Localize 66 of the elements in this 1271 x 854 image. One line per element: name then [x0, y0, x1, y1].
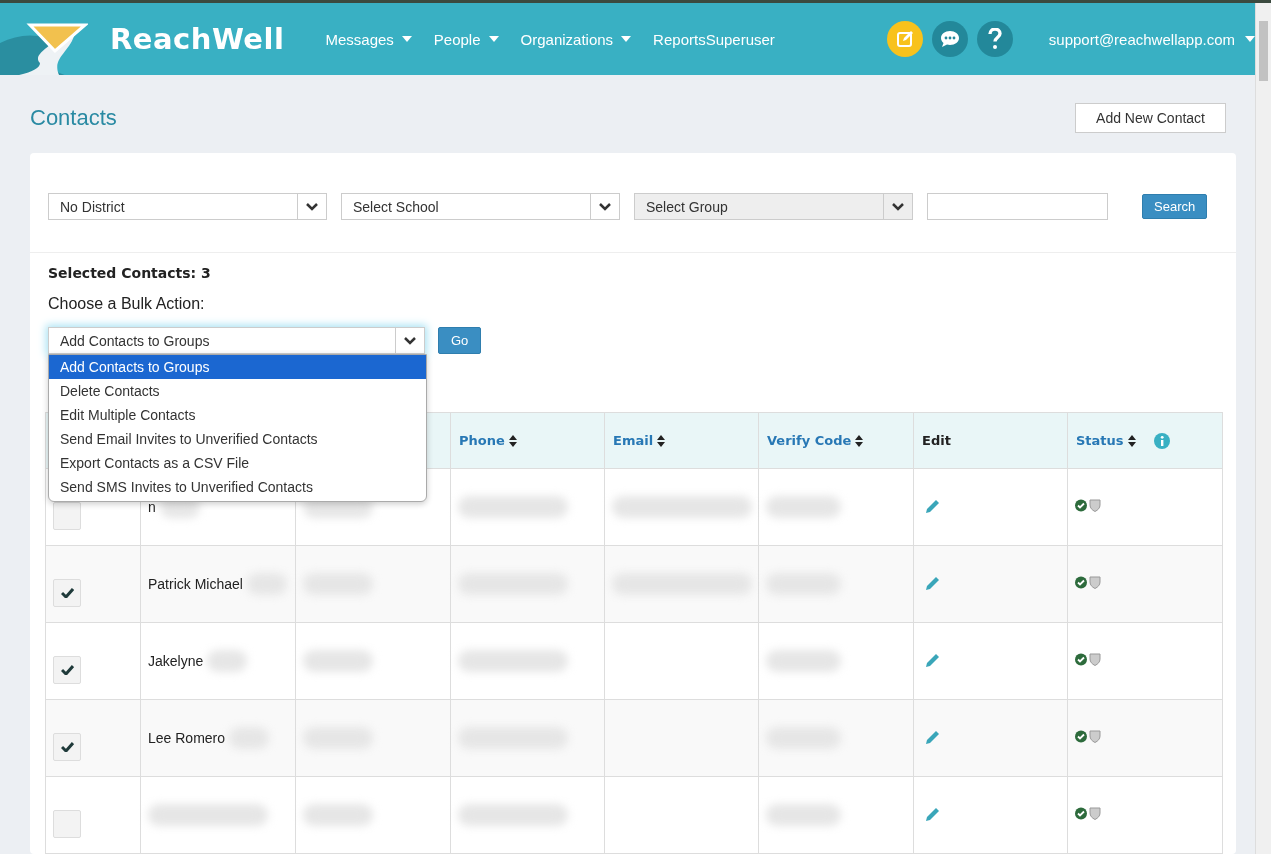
- chevron-icon: [404, 336, 416, 345]
- help-button[interactable]: [976, 21, 1013, 57]
- redaction-blur: [303, 650, 373, 672]
- dropdown-option[interactable]: Export Contacts as a CSV File: [49, 451, 426, 475]
- filter-select[interactable]: No District: [48, 193, 327, 220]
- redaction-blur: [303, 804, 373, 826]
- dropdown-option[interactable]: Send Email Invites to Unverified Contacts: [49, 427, 426, 451]
- edit-icon[interactable]: [925, 805, 941, 822]
- caret-icon: [488, 36, 499, 42]
- redaction-blur: [207, 650, 248, 672]
- brand-name: ReachWell: [110, 22, 285, 56]
- status-icons-drawing: [1075, 807, 1101, 820]
- caret-icon: [401, 36, 412, 42]
- chat-icon: [939, 30, 960, 48]
- status-icons-drawing: [1075, 576, 1101, 589]
- selected-count: Selected Contacts: 3: [48, 265, 212, 281]
- search-button[interactable]: Search: [1142, 194, 1208, 219]
- bulk-action-label: Choose a Bulk Action:: [48, 295, 206, 313]
- edit-icon[interactable]: [925, 728, 941, 745]
- contact-name: Lee Romero: [148, 730, 226, 746]
- checkmark-icon: [60, 588, 74, 598]
- dropdown-option[interactable]: Add Contacts to Groups: [49, 355, 426, 379]
- page-title: Contacts: [30, 105, 117, 131]
- status-icons-drawing: [1075, 653, 1101, 666]
- edit-icon[interactable]: [925, 497, 941, 514]
- compose-icon: [895, 30, 914, 48]
- info-icon[interactable]: [1153, 432, 1170, 449]
- add-contact-button[interactable]: Add New Contact: [1075, 103, 1226, 133]
- filter-select[interactable]: Select School: [341, 193, 620, 220]
- column-header[interactable]: Phone: [459, 433, 517, 448]
- checkmark-icon: [60, 665, 74, 675]
- compose-button[interactable]: [886, 21, 923, 57]
- sort-icon: [855, 434, 864, 447]
- help-icon: [987, 28, 1002, 50]
- chat-button[interactable]: [931, 21, 968, 57]
- dropdown-option[interactable]: Delete Contacts: [49, 379, 426, 403]
- contact-name: Patrick Michael: [148, 576, 243, 592]
- edit-icon[interactable]: [925, 651, 941, 668]
- status-icons-drawing: [1075, 730, 1101, 743]
- search-field[interactable]: [927, 193, 1108, 220]
- row-checkbox[interactable]: [53, 656, 81, 684]
- contact-name: Jakelyne: [148, 653, 204, 669]
- edit-icon[interactable]: [925, 574, 941, 591]
- column-header[interactable]: Verify Code: [767, 433, 864, 448]
- go-button[interactable]: Go: [438, 327, 482, 354]
- chevron-icon: [599, 202, 611, 211]
- sort-icon: [657, 434, 666, 447]
- bulk-action-select[interactable]: Add Contacts to Groups: [48, 327, 425, 354]
- sort-icon: [508, 434, 517, 447]
- row-checkbox[interactable]: [53, 733, 81, 761]
- row-checkbox[interactable]: [53, 502, 81, 530]
- caret-icon: [1245, 36, 1255, 42]
- checkmark-icon: [60, 742, 74, 752]
- caret-icon: [621, 36, 632, 42]
- dropdown-option[interactable]: Edit Multiple Contacts: [49, 403, 426, 427]
- column-header: Edit: [922, 433, 951, 448]
- chevron-icon: [892, 202, 904, 211]
- dropdown-option[interactable]: Send SMS Invites to Unverified Contacts: [49, 475, 426, 499]
- status-icons-drawing: [1075, 499, 1101, 512]
- chevron-icon: [306, 202, 318, 211]
- sort-icon: [1127, 434, 1136, 447]
- contact-name: n: [148, 499, 156, 515]
- row-checkbox[interactable]: [53, 579, 81, 607]
- row-checkbox[interactable]: [53, 810, 81, 838]
- column-header[interactable]: Status: [1076, 432, 1170, 449]
- column-header[interactable]: Email: [613, 433, 666, 448]
